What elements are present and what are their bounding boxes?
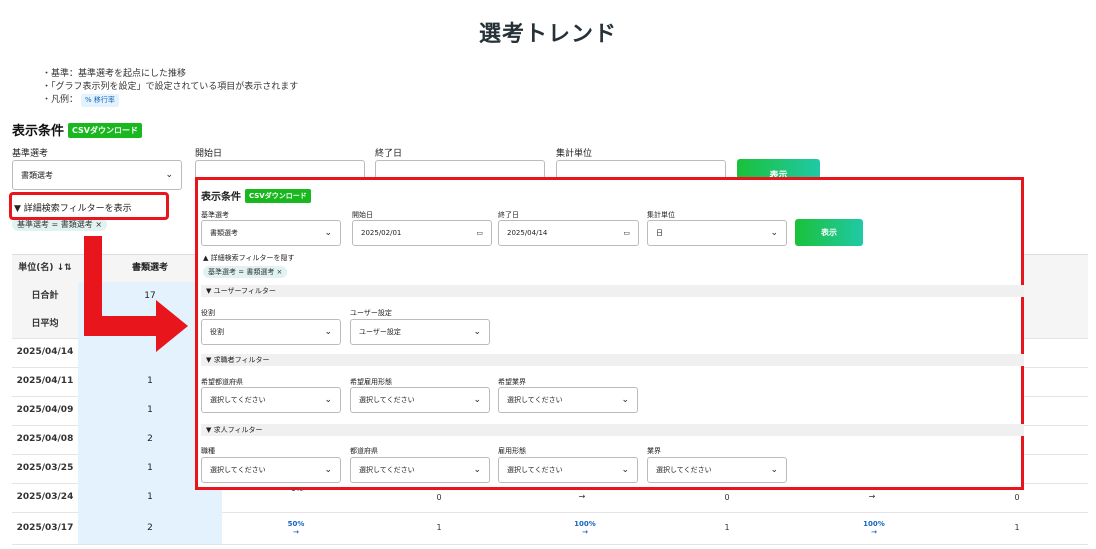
industry-select[interactable]: 選択してください ⌄ [498,387,638,413]
overlay-unit-select[interactable]: 日 ⌄ [647,220,787,246]
chevron-down-icon: ⌄ [473,465,481,475]
chevron-down-icon: ⌄ [473,327,481,337]
calendar-icon: ▭ [623,229,630,237]
hide-filter-toggle[interactable]: ▲ 詳細検索フィルターを隠す [203,253,294,263]
chevron-down-icon: ⌄ [770,465,778,475]
chevron-down-icon: ⌄ [324,327,332,337]
overlay-filter-tag[interactable]: 基準選考 = 書類選考 × [203,266,288,278]
overlay-end-date[interactable]: 2025/04/14 ▭ [498,220,639,246]
note-legend: ・凡例：% 移行率 [42,94,298,107]
prefecture-select[interactable]: 選択してください ⌄ [350,457,490,483]
job-filter-section[interactable]: ▼ 求人フィルター [201,424,1024,436]
conditions-heading: 表示条件 CSVダウンロード [12,120,142,139]
chevron-down-icon: ⌄ [324,465,332,475]
base-select[interactable]: 書類選考 ⌄ [12,160,182,190]
chevron-down-icon: ⌄ [621,395,629,405]
chevron-down-icon: ⌄ [324,228,332,238]
emp-select[interactable]: 選択してください ⌄ [350,387,490,413]
role-select[interactable]: 役割 ⌄ [201,319,341,345]
user-setting-select[interactable]: ユーザー設定 ⌄ [350,319,490,345]
note-base: ・基準：基準選考を起点にした推移 [42,69,187,79]
end-label: 終了日 [375,149,403,159]
start-label: 開始日 [195,149,223,159]
filter-panel-zoom: 表示条件 CSVダウンロード 基準選考 書類選考 ⌄ 開始日 2025/02/01 ▭… [195,177,1024,490]
base-label: 基準選考 [12,149,49,159]
unit-label: 集計単位 [556,149,593,159]
user-filter-section[interactable]: ▼ ユーザーフィルター [201,285,1024,297]
seeker-filter-section[interactable]: ▼ 求職者フィルター [201,354,1024,366]
chevron-down-icon: ⌄ [473,395,481,405]
highlight-box-toggle [9,192,169,220]
business-select[interactable]: 選択してください ⌄ [647,457,787,483]
note-graph: ・「グラフ表示列を設定」で設定されている項目が表示されます [42,82,299,92]
legend-chip: % 移行率 [81,94,119,107]
chevron-down-icon: ⌄ [770,228,778,238]
pref-select[interactable]: 選択してください ⌄ [201,387,341,413]
overlay-csv-button[interactable]: CSVダウンロード [245,189,311,203]
table-row: 2025/03/17 2 50% → 1 100% → 1 100% → 1 [12,512,1088,545]
overlay-start-date[interactable]: 2025/02/01 ▭ [352,220,492,246]
csv-download-button[interactable]: CSVダウンロード [68,123,142,138]
red-arrow-icon [84,236,188,352]
notes: ・基準：基準選考を起点にした推移 ・「グラフ表示列を設定」で設定されている項目が… [42,68,298,107]
chevron-down-icon: ⌄ [165,170,173,180]
col-unit[interactable]: 単位(名) ↓⇅ [12,255,78,282]
chevron-down-icon: ⌄ [324,395,332,405]
page-title: 選考トレンド [478,22,617,47]
calendar-icon: ▭ [476,229,483,237]
overlay-heading: 表示条件 CSVダウンロード [201,188,311,203]
overlay-show-button[interactable]: 表示 [795,219,863,246]
employment-select[interactable]: 選択してください ⌄ [498,457,638,483]
overlay-base-select[interactable]: 書類選考 ⌄ [201,220,341,246]
occupation-select[interactable]: 選択してください ⌄ [201,457,341,483]
chevron-down-icon: ⌄ [621,465,629,475]
